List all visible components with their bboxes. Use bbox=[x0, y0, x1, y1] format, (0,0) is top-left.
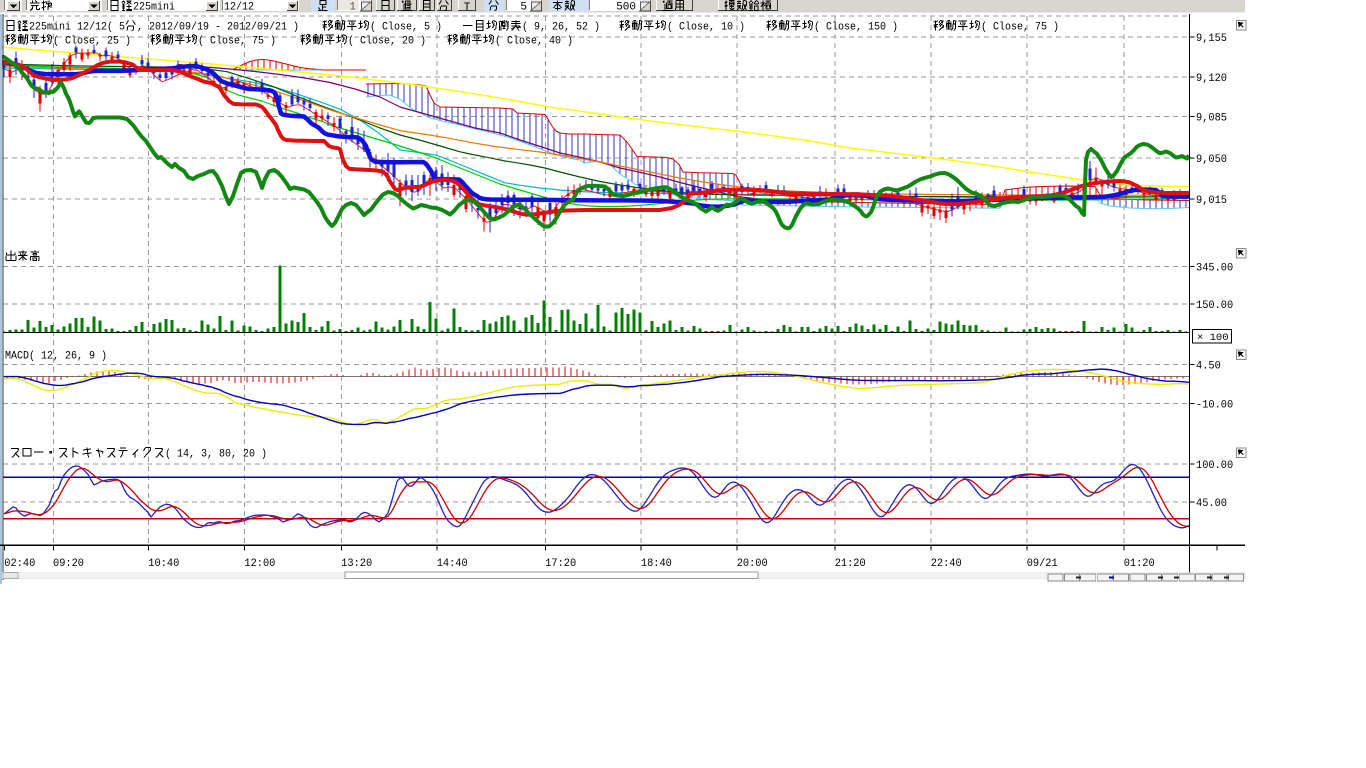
svg-text:14:40: 14:40 bbox=[437, 558, 468, 570]
svg-text:22:40: 22:40 bbox=[931, 558, 962, 570]
svg-text:( Close, 10 ): ( Close, 10 ) bbox=[667, 22, 745, 34]
svg-text:( Close, 75 ): ( Close, 75 ) bbox=[981, 22, 1059, 34]
svg-text:( Close, 25 ): ( Close, 25 ) bbox=[53, 36, 131, 48]
svg-text:345.00: 345.00 bbox=[1196, 263, 1233, 275]
svg-text:225mini 12/12( 5: 225mini 12/12( 5 bbox=[29, 22, 125, 34]
svg-text:02:40: 02:40 bbox=[4, 558, 35, 570]
svg-text:01:20: 01:20 bbox=[1124, 558, 1155, 570]
svg-text:5: 5 bbox=[520, 2, 527, 14]
svg-text:, 2012/09/19 - 2012/09/21 ): , 2012/09/19 - 2012/09/21 ) bbox=[137, 22, 299, 34]
svg-text:( Close, 5 ): ( Close, 5 ) bbox=[370, 22, 442, 34]
svg-text:9,155: 9,155 bbox=[1196, 33, 1227, 45]
svg-text:13:20: 13:20 bbox=[341, 558, 372, 570]
svg-text:( 9, 26, 52 ): ( 9, 26, 52 ) bbox=[522, 22, 600, 34]
svg-text:( Close, 75 ): ( Close, 75 ) bbox=[198, 36, 276, 48]
svg-text:20:00: 20:00 bbox=[737, 558, 768, 570]
svg-text:225mini: 225mini bbox=[133, 2, 175, 14]
svg-text:17:20: 17:20 bbox=[545, 558, 576, 570]
svg-text:09:20: 09:20 bbox=[53, 558, 84, 570]
svg-text:150.00: 150.00 bbox=[1196, 300, 1233, 312]
svg-text:( Close, 40 ): ( Close, 40 ) bbox=[495, 36, 573, 48]
svg-text:9,085: 9,085 bbox=[1196, 113, 1227, 125]
svg-text:9,015: 9,015 bbox=[1196, 195, 1227, 207]
svg-text:500: 500 bbox=[616, 2, 636, 14]
svg-text:9,050: 9,050 bbox=[1196, 154, 1227, 166]
svg-text:4.50: 4.50 bbox=[1196, 361, 1221, 373]
svg-text:12/12: 12/12 bbox=[224, 2, 254, 14]
svg-text:( 14, 3, 80, 20 ): ( 14, 3, 80, 20 ) bbox=[165, 449, 267, 461]
svg-text:T: T bbox=[464, 2, 471, 14]
svg-text:12:00: 12:00 bbox=[244, 558, 275, 570]
svg-text:( Close, 150 ): ( Close, 150 ) bbox=[814, 22, 898, 34]
svg-text:09/21: 09/21 bbox=[1027, 558, 1058, 570]
svg-text:× 100: × 100 bbox=[1197, 332, 1229, 344]
svg-text:10:40: 10:40 bbox=[148, 558, 179, 570]
svg-text:45.00: 45.00 bbox=[1196, 498, 1227, 510]
svg-text:9,120: 9,120 bbox=[1196, 73, 1227, 85]
svg-text:-10.00: -10.00 bbox=[1196, 399, 1233, 411]
svg-text:100.00: 100.00 bbox=[1196, 460, 1233, 472]
svg-text:MACD( 12, 26, 9 ): MACD( 12, 26, 9 ) bbox=[5, 351, 107, 363]
svg-text:21:20: 21:20 bbox=[835, 558, 866, 570]
svg-text:18:40: 18:40 bbox=[641, 558, 672, 570]
svg-text:1: 1 bbox=[349, 2, 356, 14]
svg-text:( Close, 20 ): ( Close, 20 ) bbox=[348, 36, 426, 48]
